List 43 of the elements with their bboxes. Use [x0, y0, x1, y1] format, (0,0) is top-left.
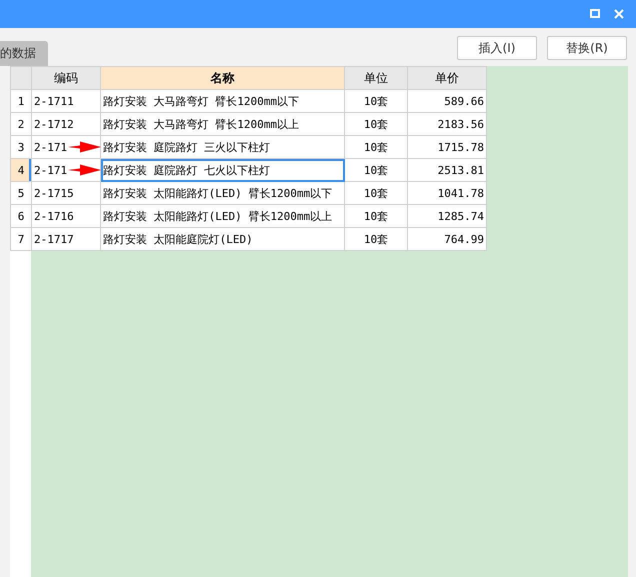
table-cell: 2183.56 [408, 112, 486, 136]
column-header[interactable]: 名称 [100, 66, 344, 90]
table-cell: 10套 [344, 158, 408, 182]
table-cell: 10套 [344, 204, 408, 228]
table-cell: 10套 [344, 228, 408, 250]
tab[interactable]: 的数据 [0, 41, 48, 66]
table-cell: 2-1716 [32, 204, 100, 228]
close-icon[interactable] [614, 9, 624, 19]
row-number[interactable]: 7 [10, 228, 32, 250]
table-cell: 10套 [344, 182, 408, 204]
table-cell: 2-1712 [32, 112, 100, 136]
table-cell: 路灯安装 太阳能路灯(LED) 臂长1200mm以上 [100, 204, 344, 228]
table-cell: 路灯安装 庭院路灯 三火以下柱灯 [100, 136, 344, 158]
table-cell: 10套 [344, 112, 408, 136]
row-number[interactable]: 2 [10, 112, 32, 136]
table-cell: 路灯安装 大马路弯灯 臂长1200mm以下 [100, 90, 344, 112]
row-number[interactable]: 6 [10, 204, 32, 228]
table-cell: 路灯安装 太阳能路灯(LED) 臂长1200mm以下 [100, 182, 344, 204]
row-number[interactable]: 4 [10, 158, 32, 182]
table-cell: 1041.78 [408, 182, 486, 204]
row-number[interactable]: 3 [10, 136, 32, 158]
corner-header [10, 66, 32, 90]
column-header[interactable]: 单位 [344, 66, 408, 90]
table-cell: 2-1711 [32, 90, 100, 112]
table-cell: 2513.81 [408, 158, 486, 182]
table-cell: 路灯安装 太阳能庭院灯(LED) [100, 228, 344, 250]
table-cell: 10套 [344, 136, 408, 158]
table-cell: 路灯安装 庭院路灯 七火以下柱灯 [100, 158, 344, 182]
table-cell: 1715.78 [408, 136, 486, 158]
table-cell: 589.66 [408, 90, 486, 112]
table-cell: 10套 [344, 90, 408, 112]
row-number[interactable]: 1 [10, 90, 32, 112]
column-header[interactable]: 单价 [408, 66, 486, 90]
maximize-icon[interactable] [590, 9, 600, 19]
replace-button[interactable]: 替换(R) [547, 36, 627, 60]
table-cell: 2-1715 [32, 182, 100, 204]
table-cell: 1285.74 [408, 204, 486, 228]
column-header[interactable]: 编码 [32, 66, 100, 90]
table-cell: 2-1717 [32, 228, 100, 250]
table-cell: 路灯安装 大马路弯灯 臂长1200mm以上 [100, 112, 344, 136]
row-number[interactable]: 5 [10, 182, 32, 204]
table-cell: 764.99 [408, 228, 486, 250]
insert-button[interactable]: 插入(I) [457, 36, 537, 60]
